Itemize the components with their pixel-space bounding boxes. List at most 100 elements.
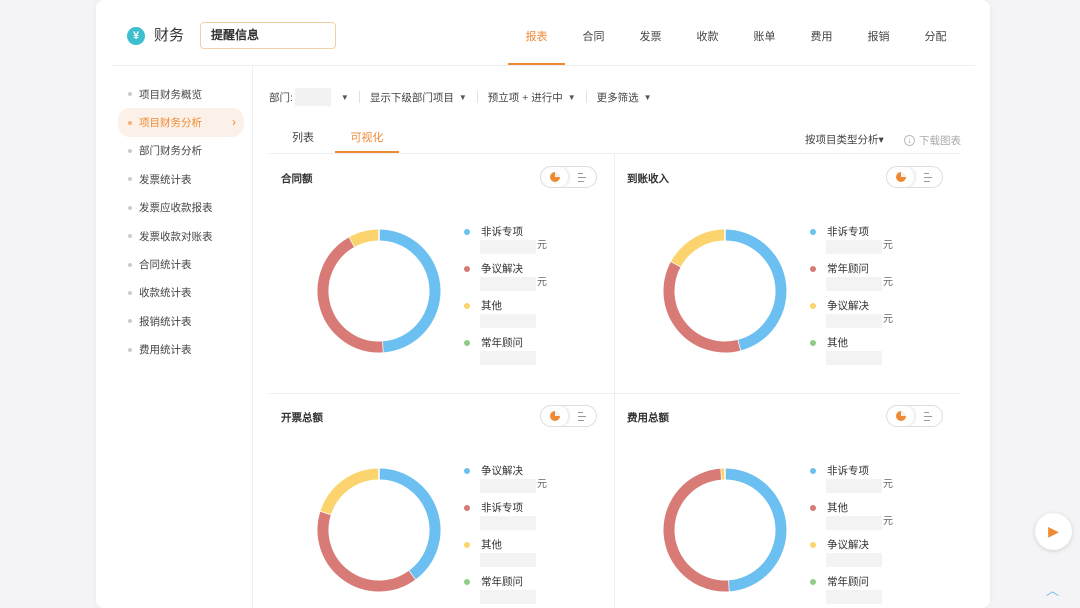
play-icon: ▶ [1048, 523, 1059, 539]
sidebar-item-label: 合同统计表 [139, 259, 192, 272]
donut-segment[interactable] [663, 468, 729, 592]
nav-tab-expenses[interactable]: 费用 [793, 30, 850, 44]
legend-value-box [826, 479, 882, 493]
play-button[interactable]: ▶ [1035, 513, 1072, 550]
legend-value-box [826, 553, 882, 567]
chart-legend: 非诉专项元其他元争议解决 常年顾问 [810, 463, 930, 608]
sidebar-item-contract-stats[interactable]: 合同统计表 [118, 250, 244, 278]
donut-segment[interactable] [724, 468, 787, 592]
app-title: 财务 [154, 27, 185, 44]
legend-value-box [826, 351, 882, 365]
legend-label: 非诉专项 [481, 226, 523, 238]
donut-segment[interactable] [724, 229, 787, 351]
legend-value-box [826, 240, 882, 254]
more-filters-select[interactable]: 更多筛选 ▼ [597, 90, 652, 105]
bullet-icon [128, 177, 132, 182]
bar-view-button[interactable] [915, 406, 942, 426]
sidebar-item-invoice-reconcile[interactable]: 发票收款对账表 [118, 222, 244, 250]
caret-down-icon: ▾ [878, 134, 884, 146]
include-sub-label: 显示下级部门项目 [369, 91, 454, 104]
legend-label: 非诉专项 [827, 465, 869, 477]
chart-type-toggle [540, 166, 597, 188]
bullet-icon [128, 234, 132, 239]
donut-segment[interactable] [317, 237, 383, 353]
nav-tab-reimbursement[interactable]: 报销 [850, 30, 907, 44]
legend-unit: 元 [537, 479, 547, 490]
sidebar-item-reimburse-stats[interactable]: 报销统计表 [118, 307, 244, 335]
chart-panel: 到账收入 非诉专项元常年顾问元争议解决元其他 [615, 154, 960, 393]
status-select[interactable]: 预立项 + 进行中 ▼ [488, 90, 576, 105]
sidebar-item-dept-analysis[interactable]: 部门财务分析 [118, 137, 244, 165]
donut-segment[interactable] [663, 261, 741, 353]
scroll-top-icon[interactable]: ︿ [1046, 580, 1059, 599]
bar-view-button[interactable] [569, 167, 596, 187]
legend-label: 常年顾问 [827, 263, 869, 275]
nav-tab-bills[interactable]: 账单 [736, 30, 793, 44]
sidebar-item-expense-stats[interactable]: 费用统计表 [118, 336, 244, 364]
legend-dot [810, 229, 816, 235]
bullet-icon [128, 262, 132, 267]
reminder-search-input[interactable]: 提醒信息 [200, 22, 336, 49]
bar-view-button[interactable] [915, 167, 942, 187]
include-sub-dept-select[interactable]: 显示下级部门项目 ▼ [370, 90, 467, 105]
chart-title: 开票总额 [281, 412, 323, 424]
nav-tab-allocation[interactable]: 分配 [907, 30, 964, 44]
pie-view-button[interactable] [887, 167, 915, 187]
sidebar: 项目财务概览 项目财务分析 › 部门财务分析 发票统计表 发票应收款报表 发票收款… [118, 80, 244, 364]
legend-unit: 元 [537, 277, 547, 288]
donut-segment[interactable] [378, 468, 441, 580]
chart-type-toggle [886, 405, 943, 427]
donut-segment[interactable] [671, 229, 726, 267]
analyze-by-type-select[interactable]: 按项目类型分析▾ [805, 132, 884, 147]
nav-tab-reports[interactable]: 报表 [508, 30, 565, 65]
tab-list[interactable]: 列表 [271, 131, 335, 145]
legend-value-box [480, 277, 536, 291]
download-icon: ↓ [904, 135, 915, 146]
pie-view-button[interactable] [541, 406, 569, 426]
chart-panel: 合同额 非诉专项元争议解决元其他 常年顾问 [269, 154, 614, 393]
legend-dot [810, 340, 816, 346]
legend-item: 常年顾问元 [810, 261, 930, 298]
legend-dot [810, 579, 816, 585]
nav-tab-receipts[interactable]: 收款 [679, 30, 736, 44]
donut-chart [317, 228, 441, 354]
sidebar-item-invoice-receivable[interactable]: 发票应收款报表 [118, 194, 244, 222]
tab-visual[interactable]: 可视化 [335, 131, 399, 153]
legend-label: 争议解决 [827, 539, 869, 551]
pie-view-button[interactable] [541, 167, 569, 187]
legend-value-box [480, 314, 536, 328]
dept-select[interactable]: 部门: ▼ [269, 88, 349, 106]
bar-view-button[interactable] [569, 406, 596, 426]
sidebar-item-project-overview[interactable]: 项目财务概览 [118, 80, 244, 108]
filter-separator [358, 91, 360, 103]
legend-dot [464, 340, 470, 346]
pie-view-button[interactable] [887, 406, 915, 426]
legend-value-box [826, 314, 882, 328]
legend-label: 常年顾问 [481, 576, 523, 588]
nav-tab-contracts[interactable]: 合同 [565, 30, 622, 44]
donut-segment[interactable] [320, 468, 380, 515]
download-chart-button[interactable]: ↓ 下载图表 [904, 133, 961, 148]
chart-legend: 非诉专项元常年顾问元争议解决元其他 [810, 224, 930, 372]
chart-type-toggle [886, 166, 943, 188]
legend-value-box [826, 590, 882, 604]
nav-tab-invoices[interactable]: 发票 [622, 30, 679, 44]
legend-item: 争议解决元 [464, 261, 584, 298]
legend-label: 其他 [827, 337, 848, 349]
bullet-icon [128, 148, 132, 153]
top-nav: 报表 合同 发票 收款 账单 费用 报销 分配 [508, 30, 964, 65]
sidebar-item-invoice-stats[interactable]: 发票统计表 [118, 165, 244, 193]
legend-value-box [480, 479, 536, 493]
legend-label: 非诉专项 [827, 226, 869, 238]
legend-item: 常年顾问 [810, 574, 930, 608]
legend-value-box [480, 351, 536, 365]
filter-separator [476, 91, 478, 103]
bullet-icon [128, 120, 132, 125]
donut-segment[interactable] [378, 229, 441, 353]
donut-segment[interactable] [349, 229, 380, 247]
pie-chart-icon [895, 172, 906, 182]
sidebar-item-project-analysis[interactable]: 项目财务分析 › [118, 108, 244, 137]
sidebar-item-label: 收款统计表 [139, 287, 192, 300]
sidebar-item-receipt-stats[interactable]: 收款统计表 [118, 279, 244, 307]
donut-segment[interactable] [317, 511, 416, 592]
